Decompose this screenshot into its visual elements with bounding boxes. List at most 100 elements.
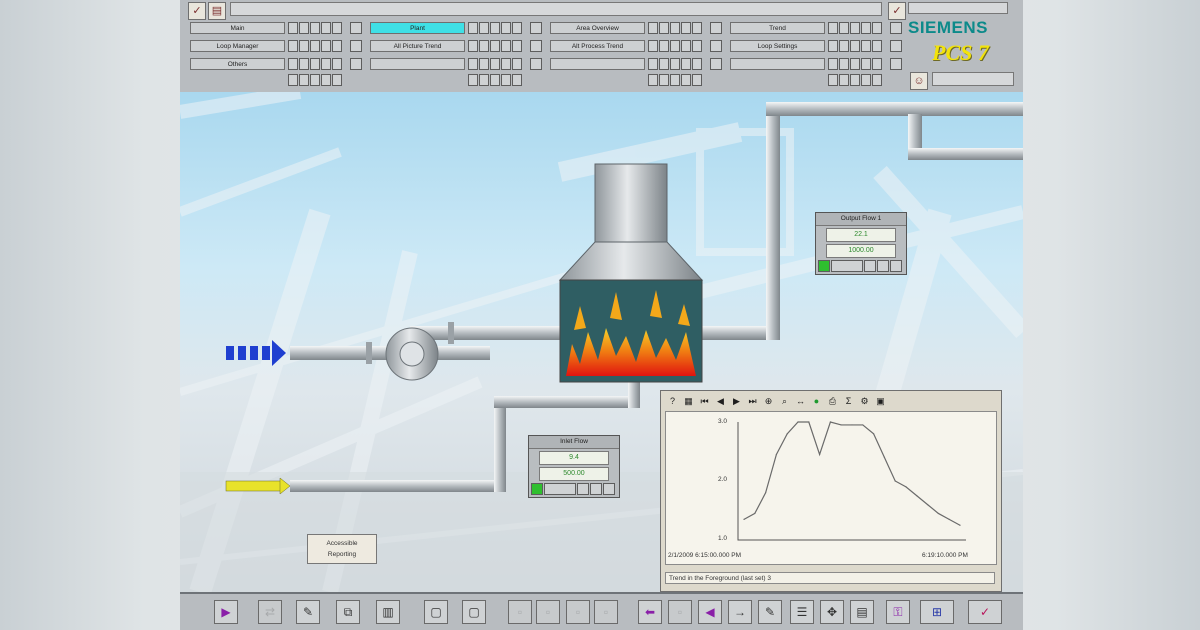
ruler-icon[interactable]: ⌕ [779,396,790,407]
overview-header: ✓ ▤ ✓ Main Loop Manager Others Plant All… [180,0,1023,94]
tag-icon[interactable]: ⊞ [920,600,954,624]
faceplate-status-row [818,260,904,272]
edit-icon[interactable]: ✎ [758,600,782,624]
play-icon[interactable]: ▶ [214,600,238,624]
trend-axes [737,422,966,541]
report-icon[interactable]: ▤ [850,600,874,624]
indicator [350,22,362,34]
trend-point [829,421,831,423]
trend-point [894,480,896,482]
export-icon[interactable]: ⎙ [827,396,838,407]
area-button-trend[interactable]: Trend [730,22,825,34]
indicator [350,40,362,52]
disabled-icon[interactable]: ▫ [566,600,590,624]
overhead-pipe [766,102,1023,116]
area-button-main[interactable]: Main [190,22,285,34]
indicator [530,40,542,52]
trend-point [786,433,788,435]
disabled-icon[interactable]: ⇄ [258,600,282,624]
faceplate-status-row [531,483,617,495]
print-icon[interactable]: ▤ [208,2,226,20]
faceplate-inlet-flow[interactable]: Inlet Flow 9.4 500.00 [528,435,620,498]
trend-footer: Trend in the Foreground (last set) 3 [665,572,995,584]
settings-icon[interactable]: ⚙ [859,396,870,407]
indicator [350,58,362,70]
secondary-riser-pipe [494,402,506,492]
y-tick-label: 3.0 [718,418,728,425]
go-icon[interactable]: ⬅ [638,600,662,624]
title-bar [230,2,882,16]
disabled-icon[interactable]: ▫ [668,600,692,624]
trend-point [916,495,918,497]
area-button-loop-settings[interactable]: Loop Settings [730,40,825,52]
indicator [710,22,722,34]
chart-icon[interactable]: ▥ [376,600,400,624]
screen-icon[interactable]: ▢ [424,600,448,624]
user-field [932,72,1014,86]
area-button-loop-manager[interactable]: Loop Manager [190,40,285,52]
alarm-lamps [288,40,342,52]
trend-window[interactable]: ? ▦ ⏮ ◀ ▶ ⏭ ⊕ ⌕ ↔ ● ⎙ Σ ⚙ ▣ 3.0 2.0 1.0 … [660,390,1002,592]
alarm-lamps [288,74,342,86]
alarm-lamps [288,58,342,70]
area-button-plant[interactable]: Plant [370,22,465,34]
trend-point [754,512,756,515]
key-icon[interactable]: ⚿ [886,600,910,624]
list-icon[interactable]: ☰ [790,600,814,624]
screen-icon[interactable]: ▢ [462,600,486,624]
trend-point [873,433,875,435]
alarm-lamps [468,40,522,52]
alarm-lamps [828,22,882,34]
trend-point [862,424,864,426]
save-icon[interactable]: ▣ [875,396,886,407]
indicator [890,40,902,52]
expand-icon[interactable]: ✥ [820,600,844,624]
area-button-empty[interactable] [550,58,645,70]
check-icon[interactable]: ✓ [188,2,206,20]
left-arrow-icon[interactable]: ◀ [698,600,722,624]
pencil-icon[interactable]: ✎ [296,600,320,624]
stats-icon[interactable]: Σ [843,396,854,407]
play-icon[interactable]: ● [811,396,822,407]
x-end-time: 6:19:10.000 PM [922,552,968,559]
first-icon[interactable]: ⏮ [699,396,710,407]
indicator [530,58,542,70]
trend-plot-area: 3.0 2.0 1.0 2/1/2009 6:15:00.000 PM 6:19… [665,411,997,565]
trend-series-line [743,421,961,526]
alarm-lamps [648,40,702,52]
area-button-alt-process-trend[interactable]: Alt Process Trend [550,40,645,52]
grid-icon[interactable]: ▦ [683,396,694,407]
area-button-empty[interactable] [370,58,465,70]
last-icon[interactable]: ⏭ [747,396,758,407]
plant-display: Output Flow 1 22.1 1000.00 Inlet Flow 9.… [180,92,1023,592]
alarm-lamps [828,40,882,52]
alarm-lamps [468,22,522,34]
disabled-icon[interactable]: ▫ [536,600,560,624]
disabled-icon[interactable]: ▫ [594,600,618,624]
back-icon[interactable]: ◀ [715,396,726,407]
area-button-empty[interactable] [730,58,825,70]
trend-point [840,424,842,426]
stack-riser-pipe [766,112,780,340]
forward-icon[interactable]: ▶ [731,396,742,407]
windows-icon[interactable]: ⧉ [336,600,360,624]
signature-icon[interactable]: ✓ [968,600,1002,624]
furnace-hood [558,241,704,281]
secondary-upper-pipe [494,396,634,408]
y-tick-label: 1.0 [718,535,728,542]
right-arrow-icon[interactable]: → [728,600,752,624]
faceplate-output-flow[interactable]: Output Flow 1 22.1 1000.00 [815,212,907,275]
area-button-others[interactable]: Others [190,58,285,70]
blower-fan [385,327,439,381]
disabled-icon[interactable]: ▫ [508,600,532,624]
reporting-button[interactable]: Accessible Reporting [307,534,377,564]
trend-point [819,453,821,456]
help-icon[interactable]: ? [667,396,678,407]
select-icon[interactable]: ↔ [795,396,806,407]
area-button-area-overview[interactable]: Area Overview [550,22,645,34]
zoom-icon[interactable]: ⊕ [763,396,774,407]
acknowledge-icon[interactable]: ✓ [888,2,906,20]
user-icon[interactable]: ☺ [910,72,928,90]
area-button-all-picture-trend[interactable]: All Picture Trend [370,40,465,52]
trend-toolbar: ? ▦ ⏮ ◀ ▶ ⏭ ⊕ ⌕ ↔ ● ⎙ Σ ⚙ ▣ [663,393,997,409]
